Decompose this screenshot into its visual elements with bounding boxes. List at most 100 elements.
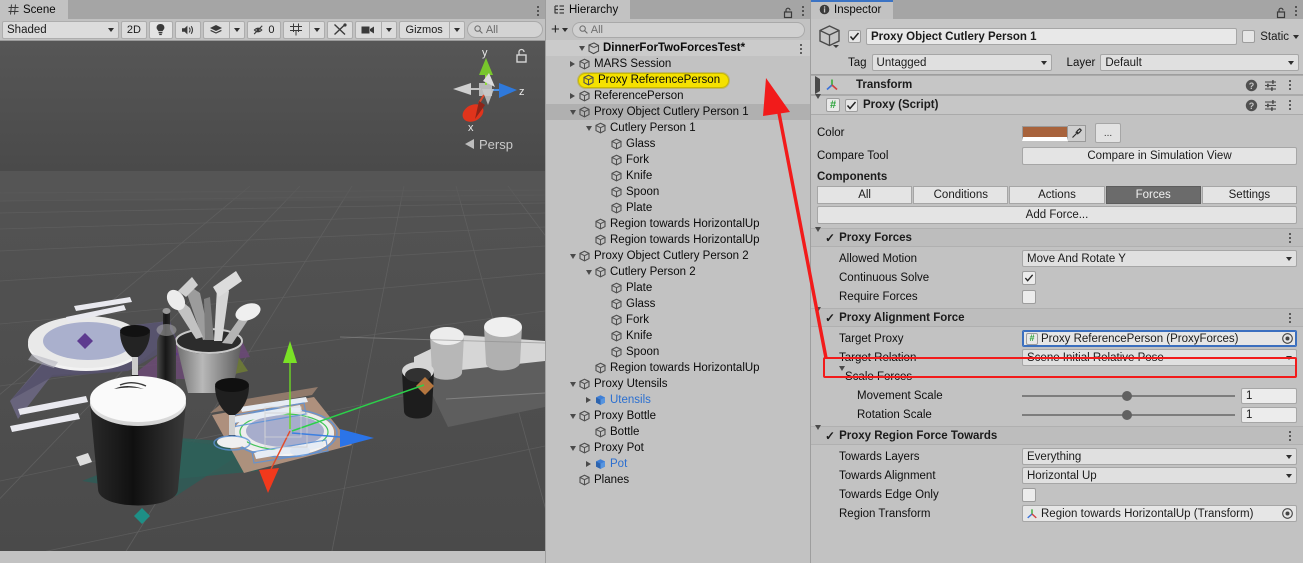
movement-scale-value-input[interactable]: 1 xyxy=(1241,388,1297,404)
components-tab-conditions[interactable]: Conditions xyxy=(913,186,1008,204)
proxy-alignment-twirl-down[interactable] xyxy=(815,312,821,324)
gizmos-dropdown-button[interactable] xyxy=(449,21,465,39)
region-transform-objectfield[interactable]: Region towards HorizontalUp (Transform) xyxy=(1022,505,1297,522)
scale-forces-row[interactable]: Scale Forces xyxy=(817,367,1297,386)
gameobject-active-checkbox[interactable] xyxy=(848,30,861,43)
camera-dropdown-button[interactable] xyxy=(381,21,397,39)
hierarchy-item[interactable]: Pot xyxy=(546,456,810,472)
twirl-right[interactable] xyxy=(567,61,578,67)
hierarchy-item[interactable]: Plate xyxy=(546,280,810,296)
grid-dropdown-button[interactable] xyxy=(309,21,325,39)
proxy-region-force-header[interactable]: ✓ Proxy Region Force Towards xyxy=(811,426,1303,445)
proxy-region-twirl-down[interactable] xyxy=(815,430,821,442)
gameobject-name-input[interactable]: Proxy Object Cutlery Person 1 xyxy=(866,28,1237,45)
proxy-alignment-force-header[interactable]: ✓ Proxy Alignment Force xyxy=(811,308,1303,327)
hierarchy-item[interactable]: Proxy Utensils xyxy=(546,376,810,392)
inspector-lock-icon[interactable] xyxy=(1275,7,1287,19)
transform-twirl-right[interactable] xyxy=(815,79,820,91)
proxy-forces-enabled-check[interactable]: ✓ xyxy=(825,232,835,244)
hierarchy-item[interactable]: Fork xyxy=(546,312,810,328)
layer-dropdown[interactable]: Default xyxy=(1100,54,1299,71)
hierarchy-item[interactable]: Proxy Bottle xyxy=(546,408,810,424)
components-tabbar[interactable]: AllConditionsActionsForcesSettings xyxy=(817,186,1297,204)
hierarchy-item[interactable]: Knife xyxy=(546,328,810,344)
scene-viewport[interactable]: y z x Persp xyxy=(0,41,545,551)
hierarchy-tree[interactable]: DinnerForTwoForcesTest* MARS Session Pro… xyxy=(546,40,810,563)
proxy-region-kebab[interactable] xyxy=(1283,427,1297,444)
hierarchy-item[interactable]: Planes xyxy=(546,472,810,488)
hierarchy-item[interactable]: Proxy ReferencePerson xyxy=(546,72,810,88)
help-icon[interactable]: ? xyxy=(1245,99,1258,112)
towards-layers-dropdown[interactable]: Everything xyxy=(1022,448,1297,465)
eyedropper-button[interactable] xyxy=(1068,125,1086,142)
components-tab-forces[interactable]: Forces xyxy=(1106,186,1201,204)
allowed-motion-dropdown[interactable]: Move And Rotate Y xyxy=(1022,250,1297,267)
grid-toggle-button[interactable] xyxy=(283,21,309,39)
movement-scale-slider[interactable] xyxy=(1022,387,1235,404)
hierarchy-item[interactable]: Fork xyxy=(546,152,810,168)
proxy-region-enabled-check[interactable]: ✓ xyxy=(825,430,835,442)
effects-toggle-button[interactable] xyxy=(203,21,229,39)
tab-scene[interactable]: Scene xyxy=(0,0,68,19)
transform-kebab[interactable] xyxy=(1283,77,1297,94)
scene-camera-button[interactable] xyxy=(355,21,381,39)
object-picker-icon[interactable] xyxy=(1282,333,1293,344)
towards-alignment-dropdown[interactable]: Horizontal Up xyxy=(1022,467,1297,484)
rotation-scale-value-input[interactable]: 1 xyxy=(1241,407,1297,423)
compare-in-simulation-view-button[interactable]: Compare in Simulation View xyxy=(1022,147,1297,165)
scene-tools-button[interactable] xyxy=(327,21,353,39)
tag-dropdown[interactable]: Untagged xyxy=(872,54,1052,71)
scene-options-kebab[interactable] xyxy=(531,2,545,19)
component-proxy-script-header[interactable]: # Proxy (Script) ? xyxy=(811,95,1303,115)
hierarchy-item[interactable]: Spoon xyxy=(546,184,810,200)
proxy-forces-kebab[interactable] xyxy=(1283,229,1297,246)
hierarchy-item[interactable]: Knife xyxy=(546,168,810,184)
toggle-2d-button[interactable]: 2D xyxy=(121,21,147,39)
hierarchy-item-highlight-pill[interactable]: Proxy ReferencePerson xyxy=(578,73,729,88)
twirl-down[interactable] xyxy=(567,446,578,451)
hierarchy-scene-root[interactable]: DinnerForTwoForcesTest* xyxy=(546,40,810,56)
lighting-toggle-button[interactable] xyxy=(149,21,173,39)
scene-search-input[interactable]: All xyxy=(467,21,543,38)
projection-mode-label[interactable]: Persp xyxy=(465,137,513,152)
gizmo-lock-icon[interactable] xyxy=(517,50,526,63)
audio-toggle-button[interactable] xyxy=(175,21,201,39)
color-more-button[interactable]: ... xyxy=(1095,123,1121,143)
static-checkbox[interactable] xyxy=(1242,30,1255,43)
hierarchy-item[interactable]: Plate xyxy=(546,200,810,216)
proxy-twirl-down[interactable] xyxy=(815,99,821,111)
twirl-right[interactable] xyxy=(583,397,594,403)
effects-dropdown-button[interactable] xyxy=(229,21,245,39)
preset-icon[interactable] xyxy=(1264,79,1277,92)
hierarchy-item[interactable]: Proxy Pot xyxy=(546,440,810,456)
preset-icon[interactable] xyxy=(1264,99,1277,112)
proxy-forces-header[interactable]: ✓ Proxy Forces xyxy=(811,228,1303,247)
hierarchy-item[interactable]: Proxy Object Cutlery Person 2 xyxy=(546,248,810,264)
hierarchy-item[interactable]: Utensils xyxy=(546,392,810,408)
twirl-right[interactable] xyxy=(567,93,578,99)
twirl-down[interactable] xyxy=(567,414,578,419)
static-dropdown[interactable]: Static xyxy=(1260,31,1299,43)
hierarchy-options-kebab[interactable] xyxy=(796,2,810,19)
twirl-down[interactable] xyxy=(567,382,578,387)
tab-inspector[interactable]: Inspector xyxy=(811,0,893,19)
tab-hierarchy[interactable]: Hierarchy xyxy=(546,0,630,19)
twirl-down[interactable] xyxy=(583,270,594,275)
create-object-button[interactable]: + xyxy=(551,24,568,36)
color-swatch[interactable] xyxy=(1022,126,1068,141)
hierarchy-item[interactable]: MARS Session xyxy=(546,56,810,72)
proxy-forces-twirl-down[interactable] xyxy=(815,232,821,244)
continuous-solve-checkbox[interactable] xyxy=(1022,271,1036,285)
target-proxy-objectfield[interactable]: # Proxy ReferencePerson (ProxyForces) xyxy=(1022,330,1297,347)
target-relation-dropdown[interactable]: Scene Initial Relative Pose xyxy=(1022,349,1297,366)
scene-root-kebab[interactable] xyxy=(794,40,808,57)
hierarchy-item[interactable]: Bottle xyxy=(546,424,810,440)
twirl-down[interactable] xyxy=(583,126,594,131)
twirl-down[interactable] xyxy=(567,254,578,259)
shading-mode-dropdown[interactable]: Shaded xyxy=(2,21,119,39)
proxy-script-enabled-checkbox[interactable] xyxy=(845,99,858,112)
twirl-down[interactable] xyxy=(567,110,578,115)
inspector-options-kebab[interactable] xyxy=(1289,2,1303,19)
component-transform-header[interactable]: Transform ? xyxy=(811,75,1303,95)
hierarchy-item[interactable]: Region towards HorizontalUp xyxy=(546,232,810,248)
